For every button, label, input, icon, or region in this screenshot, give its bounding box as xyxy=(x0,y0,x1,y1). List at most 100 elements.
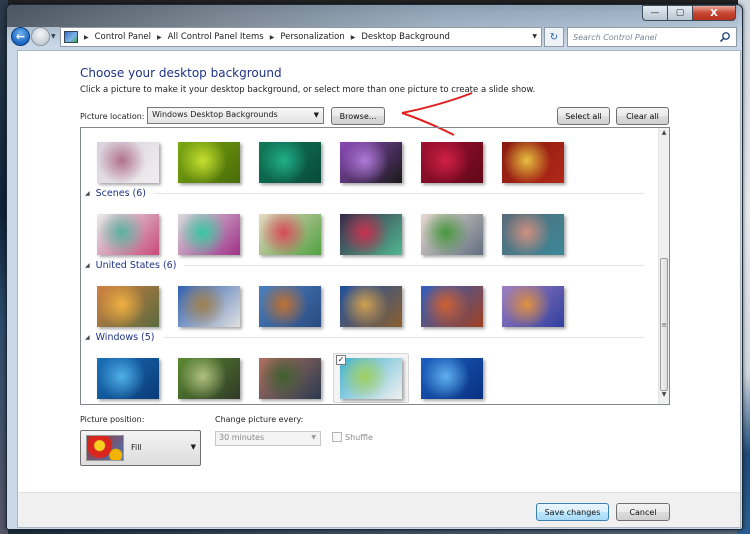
picture-position-select[interactable]: Fill ▼ xyxy=(80,430,201,466)
wallpaper-thumbnail-scenes-5[interactable] xyxy=(421,214,483,255)
chevron-down-icon: ▼ xyxy=(311,434,316,441)
control-panel-window: — ▢ X ← ▼ ▶ Control Panel ▶ All Control … xyxy=(6,4,743,530)
group-header[interactable]: ◢ Windows (5) xyxy=(85,332,645,343)
shuffle-checkbox-box[interactable] xyxy=(332,432,342,442)
group-label: Windows (5) xyxy=(95,332,155,343)
address-bar[interactable]: ▶ Control Panel ▶ All Control Panel Item… xyxy=(60,27,542,47)
save-changes-button[interactable]: Save changes xyxy=(536,503,609,521)
wallpaper-thumbnail-nature-1[interactable] xyxy=(97,142,159,183)
search-input[interactable]: Search Control Panel xyxy=(567,27,737,47)
back-button[interactable]: ← xyxy=(11,27,30,46)
search-icon[interactable] xyxy=(719,31,731,43)
picture-location-label: Picture location: xyxy=(80,112,145,121)
maximize-icon: ▢ xyxy=(675,8,685,18)
clear-all-button[interactable]: Clear all xyxy=(616,107,669,125)
close-button[interactable]: X xyxy=(693,5,736,21)
wallpaper-thumbnail-us-3[interactable] xyxy=(259,286,321,327)
picture-location-value: Windows Desktop Backgrounds xyxy=(152,110,278,119)
select-all-button[interactable]: Select all xyxy=(557,107,610,125)
wallpaper-thumbnail-windows-1[interactable] xyxy=(97,358,159,399)
wallpaper-thumbnail-us-1[interactable] xyxy=(97,286,159,327)
chevron-down-icon: ▼ xyxy=(190,443,196,451)
select-all-label: Select all xyxy=(565,111,602,121)
collapse-triangle-icon[interactable]: ◢ xyxy=(85,190,90,197)
wallpaper-thumbnail-windows-2[interactable] xyxy=(178,358,240,399)
navigation-bar: ← ▼ ▶ Control Panel ▶ All Control Panel … xyxy=(7,25,742,49)
wallpaper-thumbnail-us-2[interactable] xyxy=(178,286,240,327)
group-divider xyxy=(184,265,645,266)
wallpaper-thumbnail-scenes-4[interactable] xyxy=(340,214,402,255)
wallpaper-thumbnail-scenes-3[interactable] xyxy=(259,214,321,255)
control-panel-icon xyxy=(64,31,78,43)
recent-pages-dropdown[interactable]: ▼ xyxy=(51,33,56,40)
breadcrumb-chevron-icon[interactable]: ▶ xyxy=(157,34,162,41)
cancel-label: Cancel xyxy=(629,507,657,517)
wallpaper-thumbnail-windows-5[interactable] xyxy=(421,358,483,399)
browse-button[interactable]: Browse... xyxy=(331,107,385,125)
change-picture-select[interactable]: 30 minutes ▼ xyxy=(215,431,321,446)
picture-position-value: Fill xyxy=(131,443,142,452)
collapse-triangle-icon[interactable]: ◢ xyxy=(85,334,90,341)
picture-gallery: ▲ ≡ ▼ ◢Nature (6)◢Scenes (6)◢United Stat… xyxy=(80,127,670,405)
wallpaper-thumbnail-scenes-1[interactable] xyxy=(97,214,159,255)
refresh-button[interactable]: ↻ xyxy=(544,27,564,47)
browse-label: Browse... xyxy=(339,111,377,121)
wallpaper-thumbnail-nature-6[interactable] xyxy=(502,142,564,183)
wallpaper-thumbnail-scenes-6[interactable] xyxy=(502,214,564,255)
group-label: Scenes (6) xyxy=(95,188,147,199)
wallpaper-thumbnail-scenes-2[interactable] xyxy=(178,214,240,255)
chevron-down-icon: ▼ xyxy=(313,111,319,119)
thumbnail-checkbox[interactable]: ✓ xyxy=(336,355,346,365)
scroll-down-icon[interactable]: ▼ xyxy=(659,391,669,403)
cancel-button[interactable]: Cancel xyxy=(616,503,670,521)
wallpaper-thumbnail-windows-4[interactable] xyxy=(340,358,402,399)
wallpaper-thumbnail-nature-2[interactable] xyxy=(178,142,240,183)
change-picture-label: Change picture every: xyxy=(215,415,304,424)
group-divider xyxy=(162,337,645,338)
save-changes-label: Save changes xyxy=(544,507,601,517)
page-title: Choose your desktop background xyxy=(80,66,282,80)
shuffle-checkbox[interactable]: Shuffle xyxy=(332,432,373,442)
breadcrumb-desktop-background[interactable]: Desktop Background xyxy=(361,32,449,42)
wallpaper-thumbnail-nature-3[interactable] xyxy=(259,142,321,183)
minimize-icon: — xyxy=(650,8,660,18)
breadcrumb-personalization[interactable]: Personalization xyxy=(280,32,344,42)
collapse-triangle-icon[interactable]: ◢ xyxy=(85,262,90,269)
group-header[interactable]: ◢ United States (6) xyxy=(85,260,645,271)
forward-button[interactable] xyxy=(31,27,50,46)
wallpaper-thumbnail-nature-4[interactable] xyxy=(340,142,402,183)
back-arrow-icon: ← xyxy=(15,30,26,43)
picture-position-label: Picture position: xyxy=(80,415,145,424)
scrollbar-thumb[interactable]: ≡ xyxy=(660,258,668,391)
search-placeholder: Search Control Panel xyxy=(573,32,657,42)
footer-bar: Save changes Cancel xyxy=(17,492,741,528)
breadcrumb-chevron-icon[interactable]: ▶ xyxy=(84,34,89,41)
wallpaper-thumbnail-us-6[interactable] xyxy=(502,286,564,327)
address-dropdown-icon[interactable]: ▼ xyxy=(532,33,537,40)
window-controls: — ▢ X xyxy=(642,5,736,21)
position-preview-image xyxy=(86,435,124,461)
vertical-scrollbar[interactable]: ▲ ≡ ▼ xyxy=(658,128,669,404)
clear-all-label: Clear all xyxy=(626,111,659,121)
breadcrumb-chevron-icon[interactable]: ▶ xyxy=(270,34,275,41)
title-bar[interactable]: — ▢ X xyxy=(7,5,742,27)
group-label: United States (6) xyxy=(95,260,177,271)
group-header[interactable]: ◢ Scenes (6) xyxy=(85,188,645,199)
shuffle-label: Shuffle xyxy=(345,432,373,442)
breadcrumb-chevron-icon[interactable]: ▶ xyxy=(351,34,356,41)
maximize-button[interactable]: ▢ xyxy=(668,5,693,21)
content-area: Choose your desktop background Click a p… xyxy=(17,50,741,492)
close-icon: X xyxy=(710,7,718,19)
scroll-up-icon[interactable]: ▲ xyxy=(659,129,669,141)
minimize-button[interactable]: — xyxy=(642,5,668,21)
wallpaper-thumbnail-windows-3[interactable] xyxy=(259,358,321,399)
breadcrumb-all-items[interactable]: All Control Panel Items xyxy=(168,32,264,42)
group-divider xyxy=(154,193,645,194)
wallpaper-thumbnail-us-4[interactable] xyxy=(340,286,402,327)
breadcrumb-control-panel[interactable]: Control Panel xyxy=(95,32,151,42)
wallpaper-thumbnail-nature-5[interactable] xyxy=(421,142,483,183)
wallpaper-thumbnail-us-5[interactable] xyxy=(421,286,483,327)
refresh-icon: ↻ xyxy=(549,31,559,43)
picture-location-select[interactable]: Windows Desktop Backgrounds ▼ xyxy=(147,107,324,124)
change-picture-value: 30 minutes xyxy=(219,433,265,442)
